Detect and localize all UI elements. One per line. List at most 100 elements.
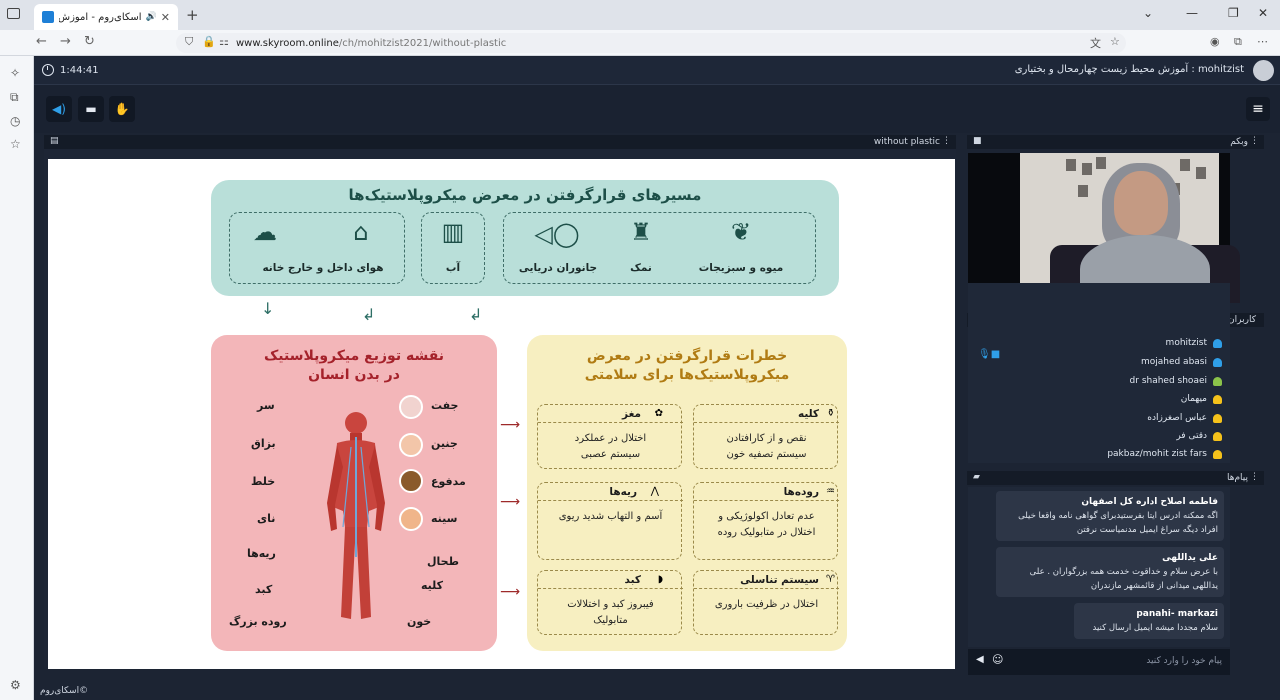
organ-colon: روده بزرگ [229, 615, 287, 628]
reload-icon[interactable]: ↻ [84, 34, 95, 49]
source-label-produce: میوه و سبزیجات [698, 262, 784, 274]
files-button[interactable]: ▬ [78, 96, 104, 122]
divider [538, 588, 683, 589]
back-icon[interactable]: ← [36, 34, 47, 49]
slide-panel-title: without plastic [873, 137, 940, 147]
restore-icon[interactable]: ❐ [1228, 6, 1239, 20]
user-row[interactable]: دقتی فر [1176, 427, 1222, 445]
cloud-icon: ☁ [253, 218, 277, 246]
user-icon [1213, 449, 1222, 459]
source-label-water: آب [445, 262, 461, 274]
user-row[interactable]: mohitzist [1166, 334, 1222, 352]
wall-photo [1082, 163, 1092, 175]
menu-button[interactable]: ≡ [1246, 97, 1270, 121]
health-risks-title: خطرات قرارگرفتن در معرض میکروپلاستیک‌ها … [527, 347, 847, 385]
health-risks-title-line2: میکروپلاستیک‌ها برای سلامتی [584, 367, 790, 383]
clock-icon [42, 64, 54, 76]
webcam-video[interactable] [968, 153, 1240, 303]
panel-options-icon[interactable]: ⋮ [942, 136, 951, 146]
copilot-icon[interactable]: ✧ [10, 66, 20, 80]
room-top-bar: 1:44:41 mohitzist : آموزش محیط زیست چهار… [34, 57, 1280, 85]
body-map-title: نقشه توزیع میکروپلاستیک در بدن انسان [211, 347, 497, 385]
wall-photo [1066, 159, 1076, 171]
room-title: mohitzist : آموزش محیط زیست چهارمحال و ب… [1014, 64, 1244, 75]
placenta-icon [399, 395, 423, 419]
raise-hand-button[interactable]: ✋ [109, 96, 135, 122]
lock-icon[interactable]: 🔒 [202, 35, 216, 48]
risk-line-2: سیستم تصفیه خون [726, 449, 807, 460]
body-map-title-line1: نقشه توزیع میکروپلاستیک [263, 348, 445, 364]
user-row[interactable]: pakbaz/mohit zist fars [1107, 445, 1222, 463]
webcam-options-icon[interactable]: ⋮ [1250, 136, 1259, 146]
history-icon[interactable]: ◷ [10, 114, 20, 128]
risk-title: روده‌ها [783, 486, 819, 498]
site-info-icon[interactable]: ⚏ [219, 35, 229, 48]
risk-description: فیبروز کبد و اختلالات متابولیک [540, 597, 681, 629]
user-avatar[interactable] [1253, 60, 1274, 81]
emoji-icon[interactable]: ☺ [992, 653, 1003, 666]
browser-tab[interactable]: اسکای‌روم - آموزش محیط ز... 🔊 ✕ [34, 4, 178, 30]
profile-icon[interactable]: ◉ [1210, 35, 1220, 48]
translate-icon[interactable]: 文 [1090, 35, 1101, 51]
risk-arrow-2: ⟶ [500, 494, 521, 510]
user-row[interactable]: dr shahed shoaei [1130, 372, 1222, 390]
salt-shaker-icon: ♜ [630, 218, 652, 246]
collections-icon[interactable]: ⧉ [10, 90, 19, 105]
new-tab-icon[interactable]: + [186, 6, 199, 24]
tab-actions-icon[interactable] [7, 8, 20, 19]
organ-feces: مدفوع [431, 475, 466, 488]
speaker-icon[interactable]: 🔊 [146, 12, 157, 22]
room-toolbar: ◀) ▬ ✋ ≡ [34, 85, 1280, 133]
divider [694, 422, 839, 423]
slide-panel-header: ▤ without plastic ⋮ [44, 135, 956, 149]
chat-input[interactable]: پیام خود را وارد کنید ◀ ☺ [968, 649, 1230, 675]
risk-brain: ✿ مغز اختلال در عملکرد سیستم عصبی [537, 404, 683, 469]
risk-description: نقص و از کارافتادن سیستم تصفیه خون [696, 431, 837, 463]
human-body-illustration [327, 412, 385, 619]
risk-title: کبد [624, 574, 641, 586]
user-row[interactable]: mojahed abasi [1141, 353, 1222, 371]
risk-description: اختلال در عملکرد سیستم عصبی [540, 431, 681, 463]
speaker-toggle-button[interactable]: ◀) [46, 96, 72, 122]
user-name: mohitzist [1165, 338, 1207, 348]
risk-liver: ◗ کبد فیبروز کبد و اختلالات متابولیک [537, 570, 683, 635]
user-row[interactable]: عباس اصغرزاده [1147, 409, 1222, 427]
close-window-icon[interactable]: ✕ [1258, 6, 1268, 20]
intestine-icon: ♒ [826, 486, 835, 497]
minimize-icon[interactable]: — [1186, 6, 1198, 20]
wall-photo [1180, 159, 1190, 171]
feces-icon [399, 469, 423, 493]
extensions-icon[interactable]: ⧉ [1234, 35, 1242, 49]
user-row[interactable]: میهمان [1181, 390, 1222, 408]
tracking-shield-icon[interactable]: ⛉ [185, 35, 193, 49]
chat-messages: فاطمه اصلاح اداره کل اصفهان اگه ممکنه اد… [968, 487, 1230, 647]
exposure-routes-title: مسیرهای قرارگرفتن در معرض میکروپلاستیک‌ه… [348, 186, 702, 204]
favorites-icon[interactable]: ☆ [10, 137, 21, 151]
chat-text: با عرض سلام و خداقوت خدمت همه بزرگواران … [1029, 567, 1218, 591]
bookmark-star-icon[interactable]: ☆ [1110, 35, 1120, 48]
liver-icon: ◗ [657, 574, 663, 585]
risk-description: آسم و التهاب شدید ریوی [540, 509, 681, 525]
send-icon[interactable]: ◀ [976, 654, 984, 665]
settings-gear-icon[interactable]: ⚙ [10, 678, 21, 692]
flow-arrow-3: ↲ [469, 305, 483, 324]
forward-icon[interactable]: → [60, 34, 71, 49]
presentation-slide: مسیرهای قرارگرفتن در معرض میکروپلاستیک‌ه… [48, 159, 955, 669]
risk-line-1: اختلال در عملکرد [574, 433, 647, 444]
body-distribution-card: نقشه توزیع میکروپلاستیک در بدن انسان سر … [211, 335, 497, 651]
more-menu-icon[interactable]: ⋯ [1257, 35, 1268, 48]
organ-sputum: خلط [251, 475, 276, 488]
risk-line-1: عدم تعادل اکولوژیکی و [718, 511, 815, 522]
chat-message: panahi- markazi سلام مجددا میشه ایمیل ار… [1074, 603, 1224, 639]
url-field[interactable]: www.skyroom.online/ch/mohitzist2021/with… [176, 33, 1126, 53]
tab-search-icon[interactable]: ⌄ [1143, 6, 1153, 20]
risk-line-2: اختلال در متابولیک روده [717, 527, 816, 538]
close-tab-icon[interactable]: ✕ [161, 11, 170, 24]
organ-breast: سینه [431, 512, 458, 525]
chat-input-placeholder: پیام خود را وارد کنید [1146, 656, 1222, 666]
chat-options-icon[interactable]: ⋮ [1250, 472, 1259, 482]
wall-photo [1196, 167, 1206, 179]
user-icon [1213, 338, 1222, 348]
user-icon [1213, 357, 1222, 367]
user-icon [1213, 431, 1222, 441]
